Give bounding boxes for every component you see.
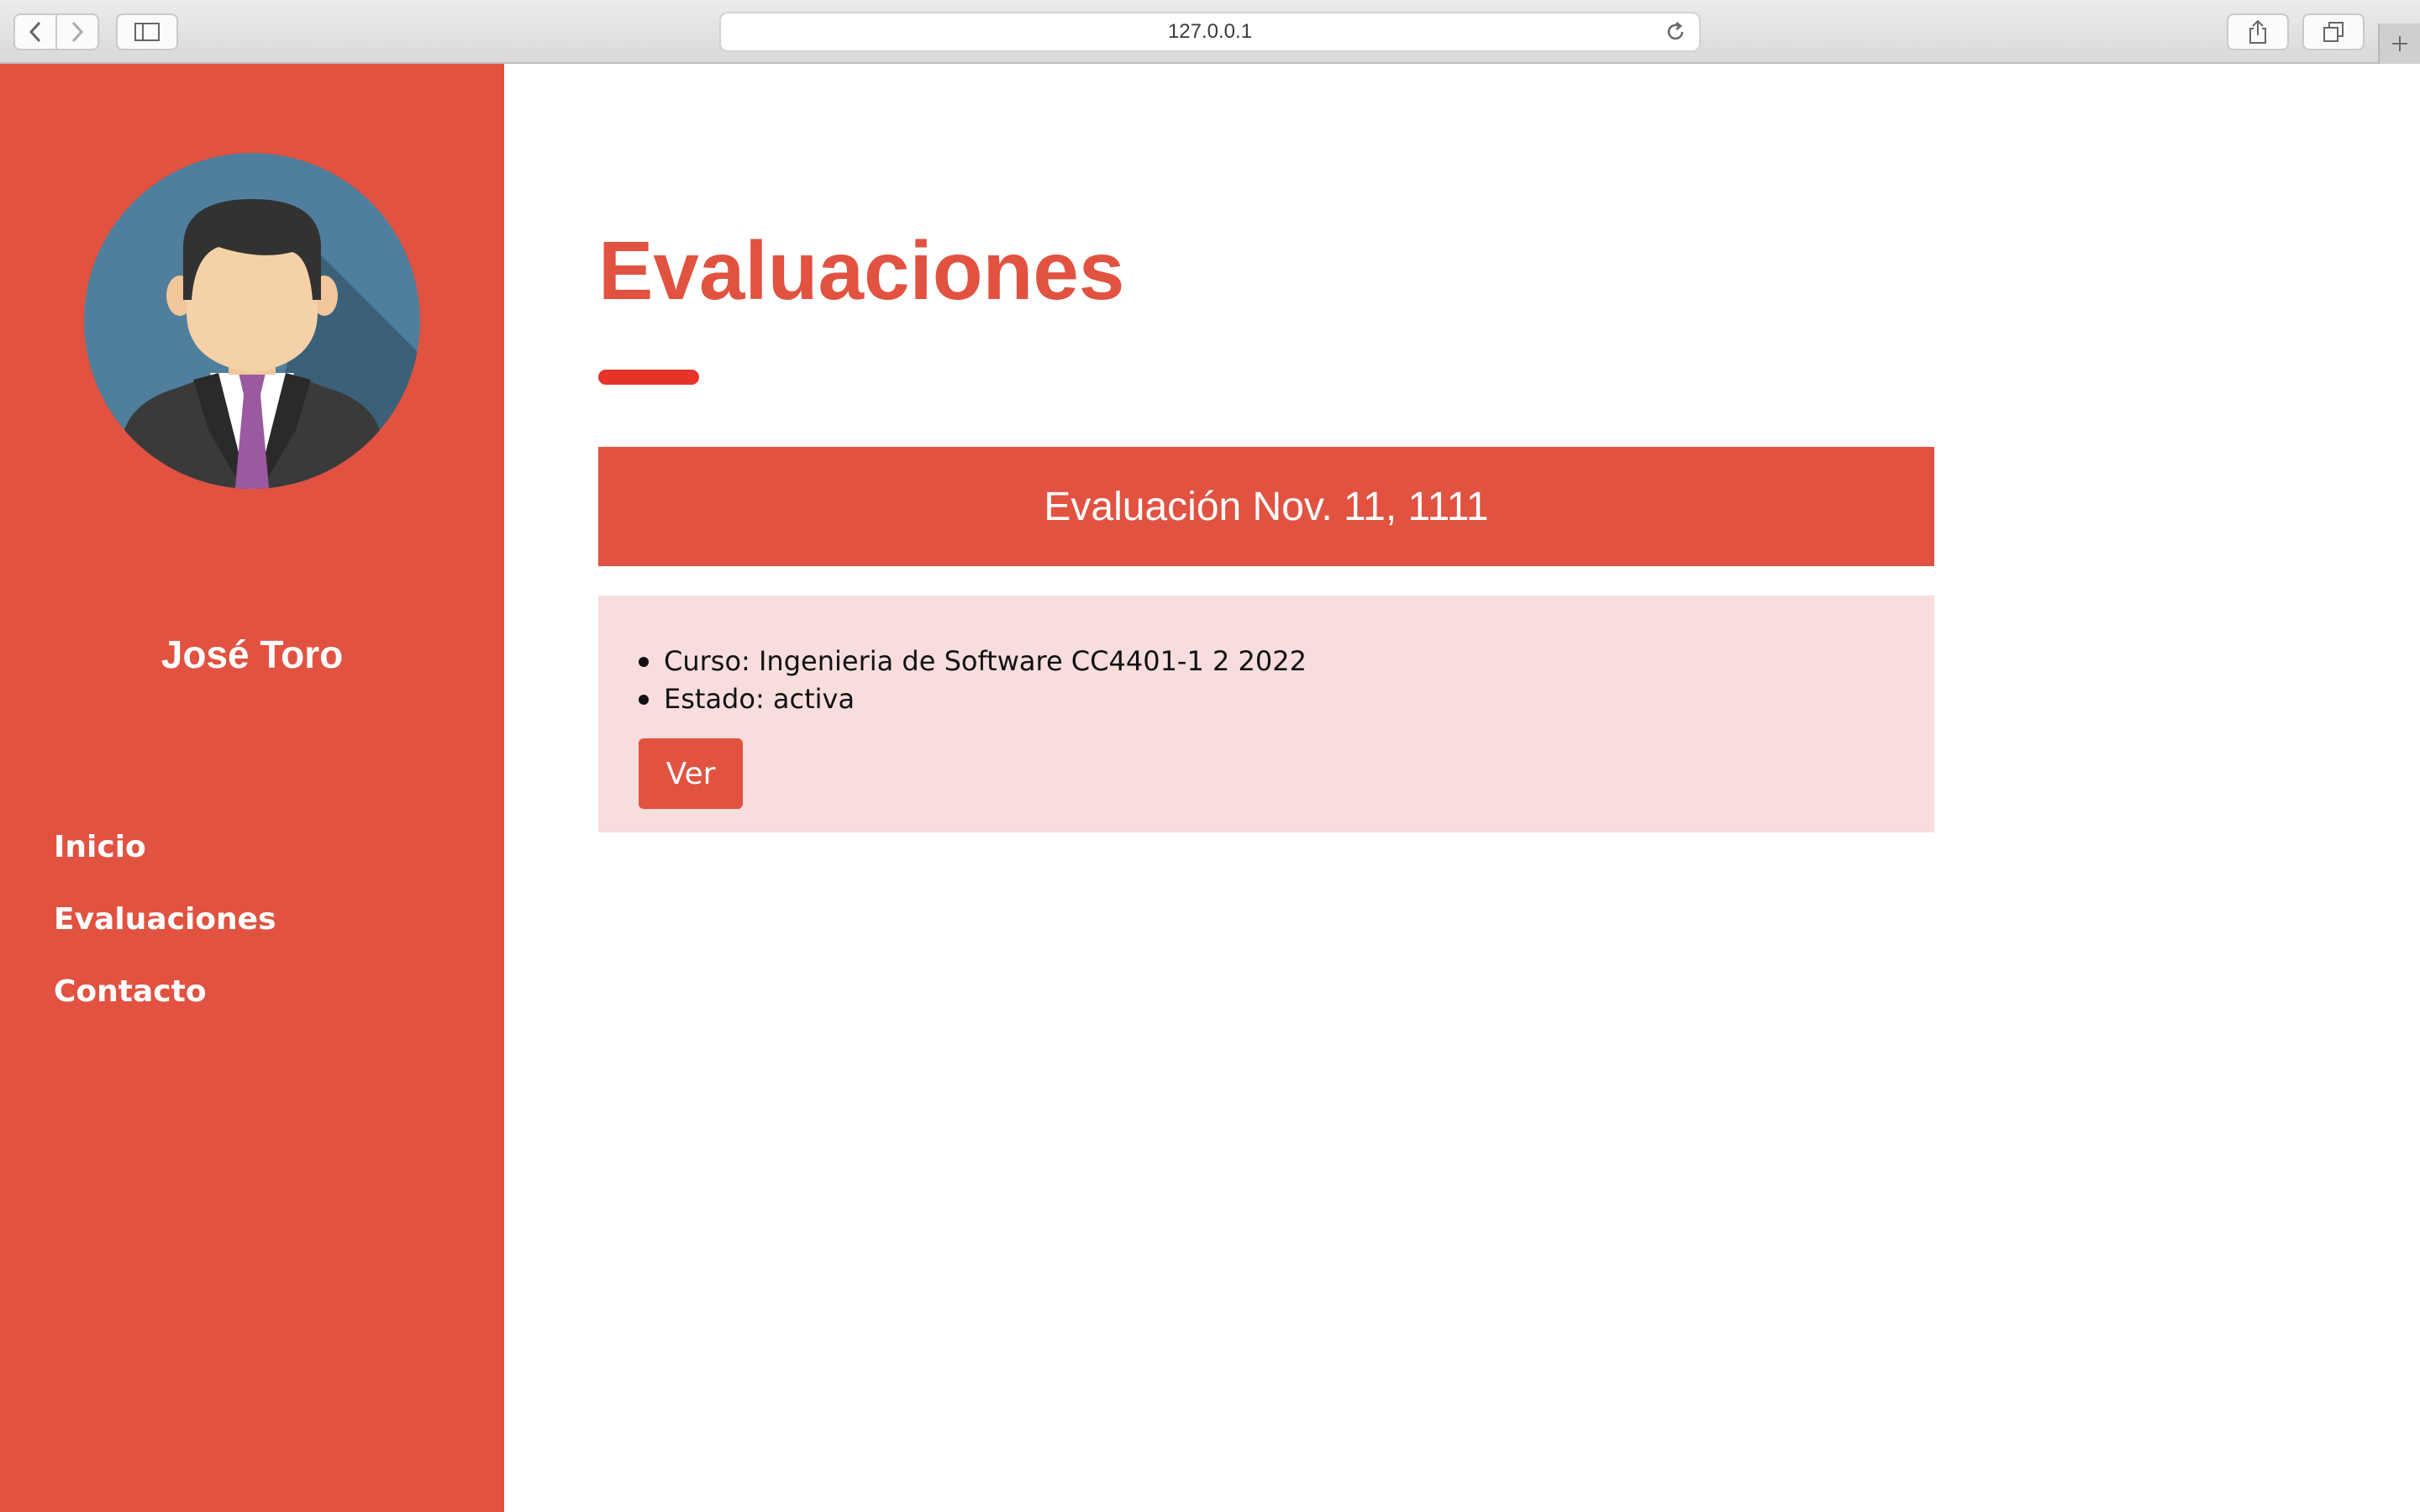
main-content: Evaluaciones Evaluación Nov. 11, 1111 Cu…: [504, 64, 2420, 1512]
evaluation-status: Estado: activa: [639, 680, 1307, 718]
chevron-left-icon: [29, 21, 41, 43]
address-bar[interactable]: 127.0.0.1: [719, 12, 1701, 52]
title-underline: [598, 370, 699, 385]
chevron-right-icon: [71, 21, 84, 43]
browser-toolbar: 127.0.0.1: [0, 0, 2420, 64]
sidebar-toggle-button[interactable]: [116, 13, 178, 50]
page-title: Evaluaciones: [598, 224, 1125, 317]
share-button[interactable]: [2227, 13, 2289, 50]
avatar: [84, 153, 420, 489]
evaluation-title: Evaluación Nov. 11, 1111: [1044, 484, 1489, 529]
sidebar: José Toro Inicio Evaluaciones Contacto: [0, 64, 504, 1512]
view-evaluation-button[interactable]: Ver: [639, 738, 743, 809]
bullet-icon: [639, 695, 649, 705]
evaluation-card-body: Curso: Ingenieria de Software CC4401-1 2…: [598, 596, 1934, 832]
forward-button[interactable]: [55, 13, 99, 50]
nav-link-contacto[interactable]: Contacto: [54, 969, 276, 1042]
evaluation-details-list: Curso: Ingenieria de Software CC4401-1 2…: [639, 643, 1307, 718]
sidebar-icon: [134, 23, 160, 41]
url-text: 127.0.0.1: [1167, 20, 1253, 43]
tab-overview-button[interactable]: [2302, 13, 2365, 50]
nav-link-evaluaciones[interactable]: Evaluaciones: [54, 897, 276, 969]
evaluation-course: Curso: Ingenieria de Software CC4401-1 2…: [639, 643, 1307, 680]
nav-link-inicio[interactable]: Inicio: [54, 825, 276, 897]
user-name: José Toro: [160, 633, 344, 676]
evaluation-card-header: Evaluación Nov. 11, 1111: [598, 447, 1934, 566]
reload-icon[interactable]: [1664, 20, 1687, 44]
evaluation-status-text: Estado: activa: [664, 683, 855, 715]
bullet-icon: [639, 657, 649, 667]
tabs-icon: [2323, 22, 2344, 42]
sidebar-nav: Inicio Evaluaciones Contacto: [54, 825, 276, 1042]
back-button[interactable]: [13, 13, 57, 50]
share-icon: [2249, 19, 2266, 44]
evaluation-course-text: Curso: Ingenieria de Software CC4401-1 2…: [664, 645, 1307, 677]
plus-icon: [2392, 36, 2407, 51]
new-tab-button[interactable]: [2378, 24, 2420, 64]
